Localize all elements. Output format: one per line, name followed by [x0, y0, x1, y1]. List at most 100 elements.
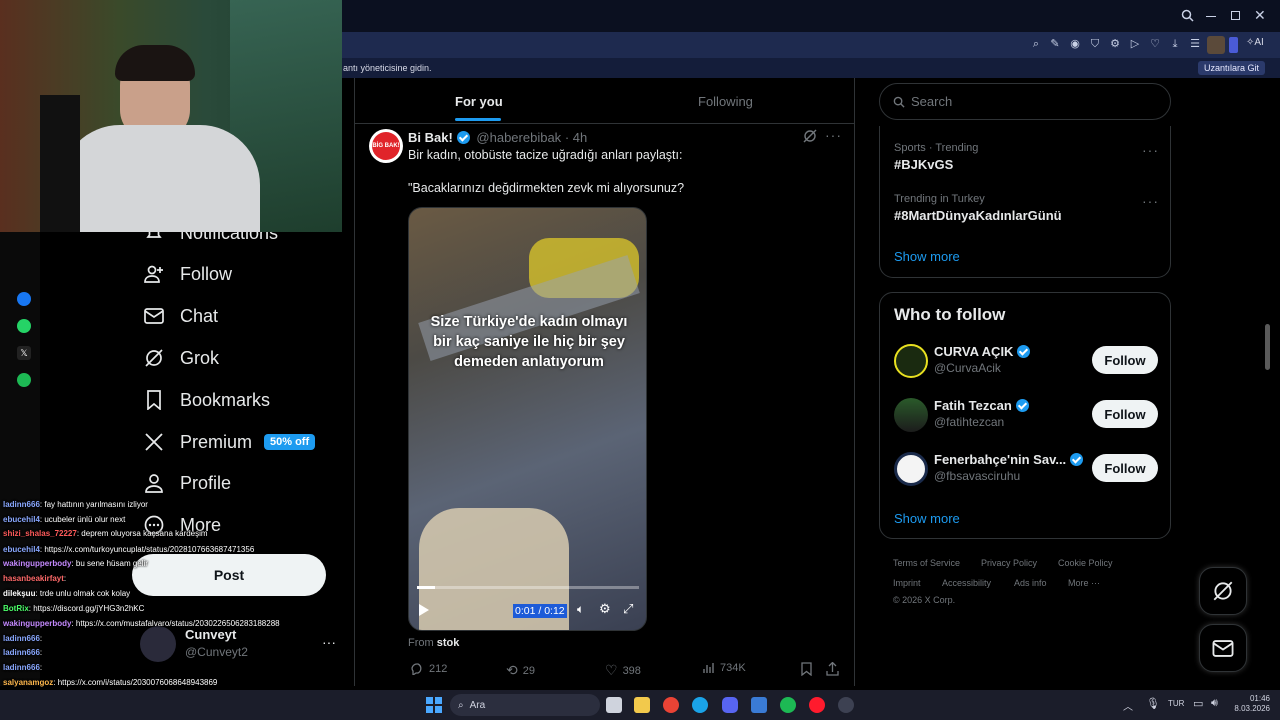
trend-item[interactable]: Trending in Turkey #8MartDünyaKadınlarGü… [894, 193, 1062, 223]
account-name[interactable]: Cunveyt [185, 627, 236, 642]
heart-icon: ♡ [605, 662, 618, 678]
follow-button[interactable]: Follow [1092, 346, 1158, 374]
task-view-icon[interactable] [606, 697, 622, 713]
page-scrollbar[interactable] [1265, 324, 1270, 370]
file-explorer-icon[interactable] [634, 697, 650, 713]
nav-grok[interactable]: Grok [142, 341, 219, 375]
trend-more-icon[interactable]: ··· [1142, 142, 1159, 158]
tweet-more-icon[interactable]: ··· [825, 127, 842, 143]
account-avatar[interactable] [140, 626, 176, 662]
post-button[interactable]: Post [132, 554, 326, 596]
like-button[interactable]: ♡ 398 [605, 662, 641, 679]
grok-explain-icon[interactable] [803, 129, 817, 148]
repost-icon: ⟲ [506, 662, 518, 678]
search-input[interactable]: Search [911, 94, 952, 109]
views-button[interactable]: 734K [703, 662, 746, 674]
bookmark-button[interactable] [801, 662, 812, 681]
chrome-icon[interactable] [663, 697, 679, 713]
repost-button[interactable]: ⟲ 29 [506, 662, 535, 679]
footer-link[interactable]: Accessibility [942, 578, 991, 588]
chevron-up-icon[interactable]: ︿ [1123, 698, 1133, 713]
wtf-name[interactable]: Fenerbahçe'nin Sav... [934, 452, 1084, 467]
start-button[interactable] [426, 697, 442, 713]
play-icon[interactable]: ▷ [1128, 37, 1142, 51]
maximize-icon[interactable] [1231, 11, 1240, 20]
wtf-avatar[interactable] [894, 452, 928, 486]
speaker-icon[interactable]: 🔊︎ [1211, 697, 1218, 710]
wtf-name[interactable]: CURVA AÇIK [934, 344, 1031, 359]
spotify-icon[interactable] [17, 373, 31, 387]
tweet-text-line1: Bir kadın, otobüste tacize uğradığı anla… [408, 148, 683, 162]
camera-icon[interactable]: ◉ [1068, 37, 1082, 51]
network-icon[interactable]: ▭ [1193, 697, 1203, 710]
tab-for-you[interactable]: For you [455, 94, 503, 109]
tweet-source-link[interactable]: stok [437, 637, 460, 649]
footer-link[interactable]: Cookie Policy [1058, 558, 1113, 568]
tweet-video[interactable]: Size Türkiye'de kadın olmayı bir kaç san… [408, 207, 647, 631]
profile-avatar[interactable] [1207, 36, 1225, 54]
edit-icon[interactable]: ✎ [1048, 37, 1062, 51]
nav-chat[interactable]: Chat [142, 299, 218, 333]
tweet-author-avatar[interactable]: BİG BAK! [369, 129, 403, 163]
footer-link[interactable]: Ads info [1014, 578, 1047, 588]
close-icon[interactable]: ✕ [1254, 7, 1268, 23]
search-box[interactable]: Search [879, 83, 1171, 120]
footer-link[interactable]: Privacy Policy [981, 558, 1037, 568]
wtf-avatar[interactable] [894, 398, 928, 432]
footer-link[interactable]: Terms of Service [893, 558, 960, 568]
x-app-icon[interactable]: 𝕏 [17, 346, 31, 360]
nav-bookmarks[interactable]: Bookmarks [142, 383, 270, 417]
discord-icon[interactable] [722, 697, 738, 713]
grok-floating-button[interactable] [1199, 567, 1247, 615]
video-settings-icon[interactable]: ⚙ [599, 601, 611, 617]
tweet-author-name[interactable]: Bi Bak! [408, 130, 453, 145]
follow-button[interactable]: Follow [1092, 454, 1158, 482]
minimize-icon[interactable] [1206, 16, 1216, 17]
messages-floating-button[interactable] [1199, 624, 1247, 672]
shield-icon[interactable]: ⛉ [1088, 37, 1102, 51]
search-icon[interactable] [1181, 9, 1195, 23]
nav-profile[interactable]: Profile [142, 466, 231, 500]
trend-more-icon[interactable]: ··· [1142, 193, 1159, 209]
language-indicator[interactable]: TUR [1168, 699, 1184, 708]
spotify-icon[interactable] [780, 697, 796, 713]
who-to-follow-show-more[interactable]: Show more [894, 511, 960, 526]
tweet-source: From stok [408, 637, 460, 649]
clock[interactable]: 01:46 8.03.2026 [1228, 694, 1270, 714]
zoom-icon[interactable]: ⌕ [1029, 37, 1043, 51]
extensions-button[interactable]: Uzantılara Git [1198, 61, 1266, 75]
nav-premium[interactable]: Premium 50% off [142, 425, 316, 459]
messenger-icon[interactable] [17, 292, 31, 306]
nav-follow[interactable]: Follow [142, 257, 232, 291]
tweet-time[interactable]: 4h [573, 130, 587, 145]
wtf-name[interactable]: Fatih Tezcan [934, 398, 1029, 413]
footer-link[interactable]: More ··· [1068, 578, 1100, 588]
video-progress-track[interactable] [417, 586, 639, 589]
tweet-author-handle[interactable]: @haberebibak [476, 130, 561, 145]
trends-show-more[interactable]: Show more [894, 249, 960, 264]
account-menu-icon[interactable]: ··· [322, 634, 336, 650]
whatsapp-icon[interactable] [17, 319, 31, 333]
share-button[interactable] [826, 661, 839, 681]
follow-button[interactable]: Follow [1092, 400, 1158, 428]
sidebar-toggle-icon[interactable] [1229, 37, 1238, 53]
ai-button[interactable]: ✧AI [1246, 37, 1264, 48]
reply-button[interactable]: 212 [410, 662, 447, 675]
taskbar-search[interactable]: ⌕ Ara [450, 694, 600, 716]
trend-item[interactable]: Sports · Trending #BJKvGS [894, 142, 978, 172]
edge-icon[interactable] [692, 697, 708, 713]
heart-icon[interactable]: ♡ [1148, 37, 1162, 51]
footer-link[interactable]: Imprint [893, 578, 921, 588]
download-icon[interactable]: ⤓ [1168, 37, 1182, 51]
play-icon[interactable] [419, 604, 429, 616]
app-icon[interactable] [751, 697, 767, 713]
opera-icon[interactable] [809, 697, 825, 713]
wtf-avatar[interactable] [894, 344, 928, 378]
fullscreen-icon[interactable]: ⤢ [623, 601, 633, 617]
microphone-icon[interactable]: 🎙︎ [1146, 697, 1160, 710]
menu-icon[interactable]: ☰ [1188, 37, 1202, 51]
extension-icon[interactable]: ⚙ [1108, 37, 1122, 51]
volume-icon[interactable]: 🔈︎ [577, 602, 584, 617]
settings-icon[interactable] [838, 697, 854, 713]
tab-following[interactable]: Following [698, 94, 753, 109]
